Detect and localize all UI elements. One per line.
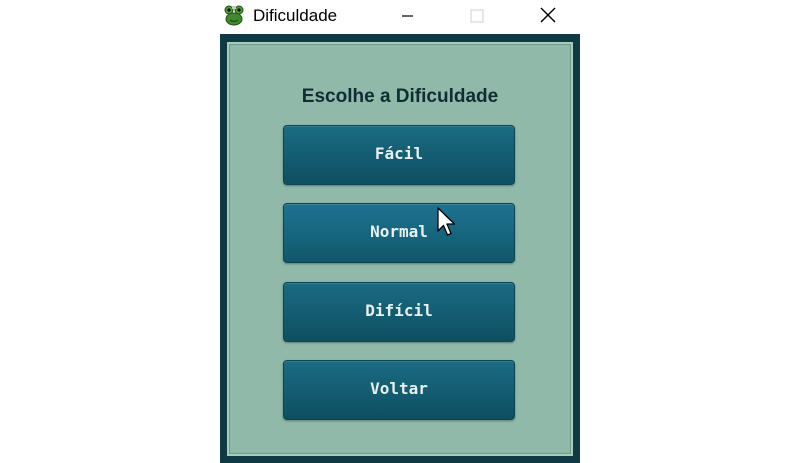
back-button[interactable]: Voltar: [283, 360, 515, 420]
minimize-button[interactable]: [384, 0, 430, 32]
maximize-icon: [470, 9, 484, 23]
close-icon: [540, 7, 556, 23]
mouse-cursor-icon: [437, 207, 457, 237]
screen: Dificuldade Escolhe a Dificuldade Fácil …: [0, 0, 800, 463]
hard-button[interactable]: Difícil: [283, 282, 515, 342]
close-button[interactable]: [524, 0, 570, 32]
easy-button[interactable]: Fácil: [283, 125, 515, 185]
window-title: Dificuldade: [253, 6, 338, 25]
minimize-icon: [402, 15, 413, 17]
difficulty-panel: Escolhe a Dificuldade Fácil Normal Difíc…: [227, 42, 573, 456]
maximize-button[interactable]: [454, 0, 500, 32]
normal-button[interactable]: Normal: [283, 203, 515, 263]
game-window-frame: Escolhe a Dificuldade Fácil Normal Difíc…: [220, 34, 580, 463]
window-titlebar[interactable]: Dificuldade: [220, 0, 580, 34]
frog-app-icon: [222, 3, 246, 27]
difficulty-heading: Escolhe a Dificuldade: [301, 86, 499, 107]
